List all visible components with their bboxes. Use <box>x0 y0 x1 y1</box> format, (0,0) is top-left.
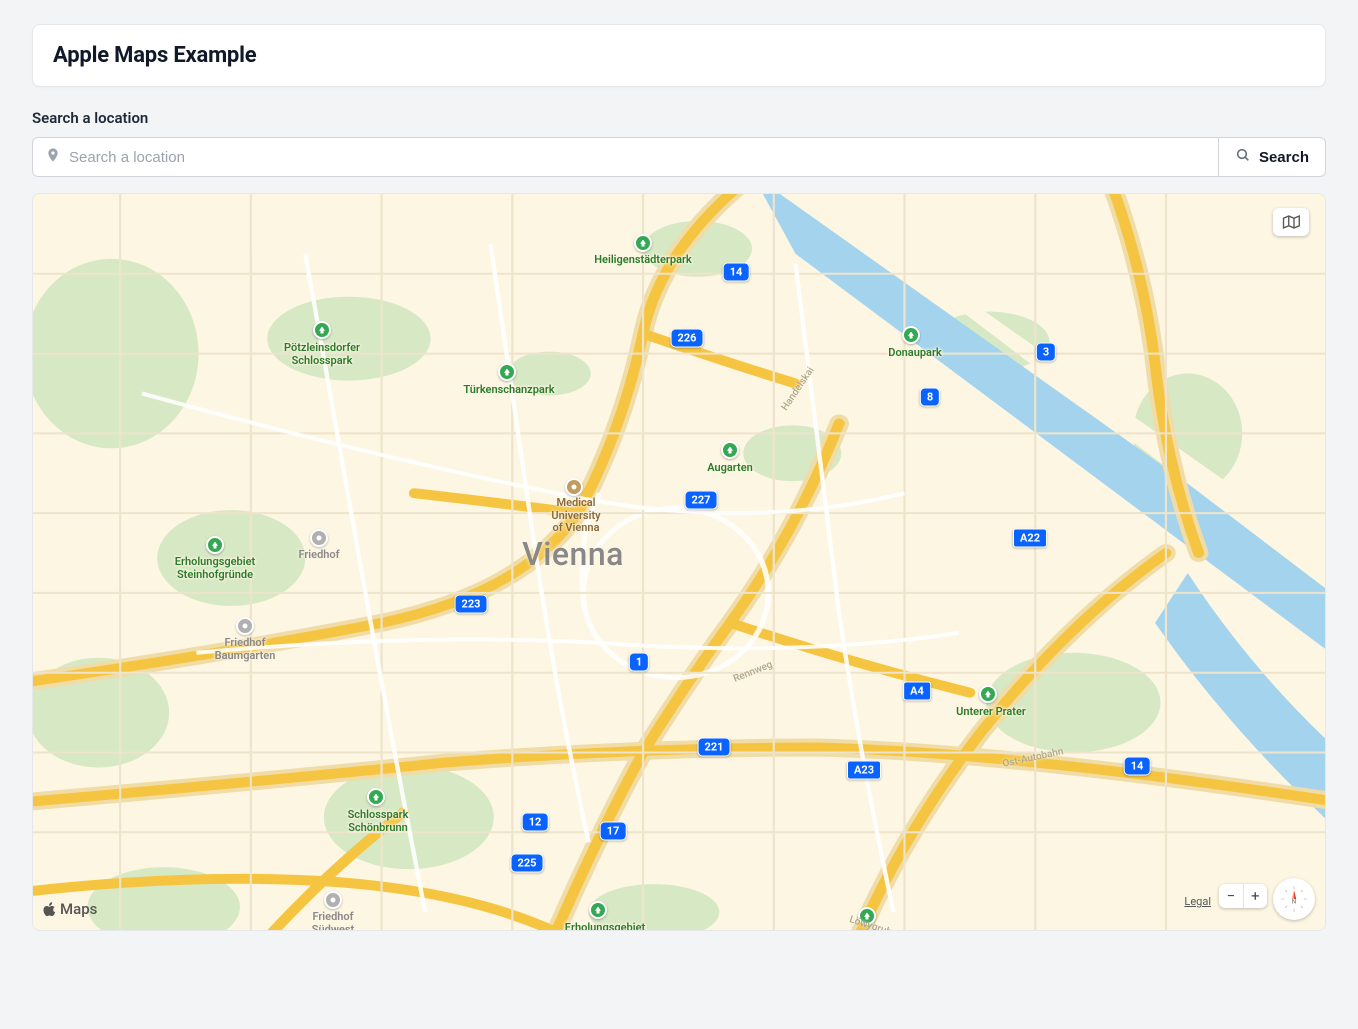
attribution-text: Maps <box>60 900 97 918</box>
page-title: Apple Maps Example <box>53 43 1305 68</box>
search-row: Search <box>32 137 1326 177</box>
road-shield-221: 221 <box>698 738 731 757</box>
search-button-label: Search <box>1259 149 1309 166</box>
compass-icon: N <box>1279 884 1309 914</box>
map-type-button[interactable] <box>1273 208 1309 236</box>
park-label-8: ErholungsgebietWienerberg <box>565 922 645 931</box>
compass-button[interactable]: N <box>1273 878 1315 920</box>
search-input[interactable] <box>69 149 1206 166</box>
park-label-0: Heiligenstädterpark <box>594 254 692 267</box>
park-pin-6[interactable] <box>979 685 997 703</box>
park-pin-4[interactable] <box>721 441 739 459</box>
park-pin-0[interactable] <box>634 234 652 252</box>
zoom-in-button[interactable]: + <box>1244 884 1268 908</box>
zoom-control: − + <box>1219 884 1267 908</box>
park-pin-5[interactable] <box>206 536 224 554</box>
park-label-5: ErholungsgebietSteinhofgründe <box>175 556 255 581</box>
zoom-out-button[interactable]: − <box>1219 884 1244 908</box>
park-label-7: SchlossparkSchönbrunn <box>348 809 409 834</box>
map-canvas[interactable]: 14 226 3 8 227 A22 223 1 A4 221 14 A23 12 17 225 Heilig… <box>32 193 1326 931</box>
city-label: Vienna <box>522 535 624 573</box>
poi-label-0: MedicalUniversityof Vienna <box>551 497 600 535</box>
poi-label-2: FriedhofBaumgarten <box>215 637 276 662</box>
apple-icon <box>43 902 56 917</box>
poi-pin-1[interactable] <box>310 529 328 547</box>
search-icon <box>1235 147 1251 167</box>
search-section: Search a location Search <box>32 109 1326 177</box>
park-pin-2[interactable] <box>902 326 920 344</box>
park-label-1: PötzleinsdorferSchlosspark <box>284 342 360 367</box>
road-shield-1: 1 <box>629 653 649 672</box>
road-shield-A22: A22 <box>1013 529 1047 548</box>
title-bar: Apple Maps Example <box>32 24 1326 87</box>
road-shield-8: 8 <box>920 388 940 407</box>
road-shield-3: 3 <box>1036 343 1056 362</box>
poi-pin-0[interactable] <box>565 478 583 496</box>
map-fold-icon <box>1282 215 1300 229</box>
road-shield-227: 227 <box>685 491 718 510</box>
park-pin-8[interactable] <box>589 901 607 919</box>
road-shield-14b: 14 <box>1124 757 1151 776</box>
search-label: Search a location <box>32 109 1326 127</box>
park-label-4: Augarten <box>707 462 753 475</box>
road-shield-17: 17 <box>600 822 627 841</box>
park-label-2: Donaupark <box>888 347 941 360</box>
poi-label-3: FriedhofSüdwest <box>312 911 354 931</box>
park-label-3: Türkenschanzpark <box>463 384 554 397</box>
svg-text:N: N <box>1292 899 1296 906</box>
road-shield-223: 223 <box>455 595 488 614</box>
park-pin-7[interactable] <box>367 788 385 806</box>
poi-label-1: Friedhof <box>298 549 339 562</box>
poi-pin-2[interactable] <box>236 617 254 635</box>
road-shield-A4: A4 <box>903 682 931 701</box>
apple-maps-attribution: Maps <box>43 900 97 918</box>
park-label-6: Unterer Prater <box>956 706 1026 719</box>
road-shield-14a: 14 <box>723 263 750 282</box>
location-pin-icon <box>45 147 61 167</box>
park-pin-3[interactable] <box>498 363 516 381</box>
road-shield-A23: A23 <box>847 761 881 780</box>
legal-link[interactable]: Legal <box>1184 895 1211 908</box>
road-shield-12: 12 <box>522 813 549 832</box>
search-button[interactable]: Search <box>1219 137 1326 177</box>
road-shield-226: 226 <box>671 329 704 348</box>
poi-pin-3[interactable] <box>324 891 342 909</box>
road-shield-225: 225 <box>511 854 544 873</box>
park-pin-1[interactable] <box>313 321 331 339</box>
search-box[interactable] <box>32 137 1219 177</box>
